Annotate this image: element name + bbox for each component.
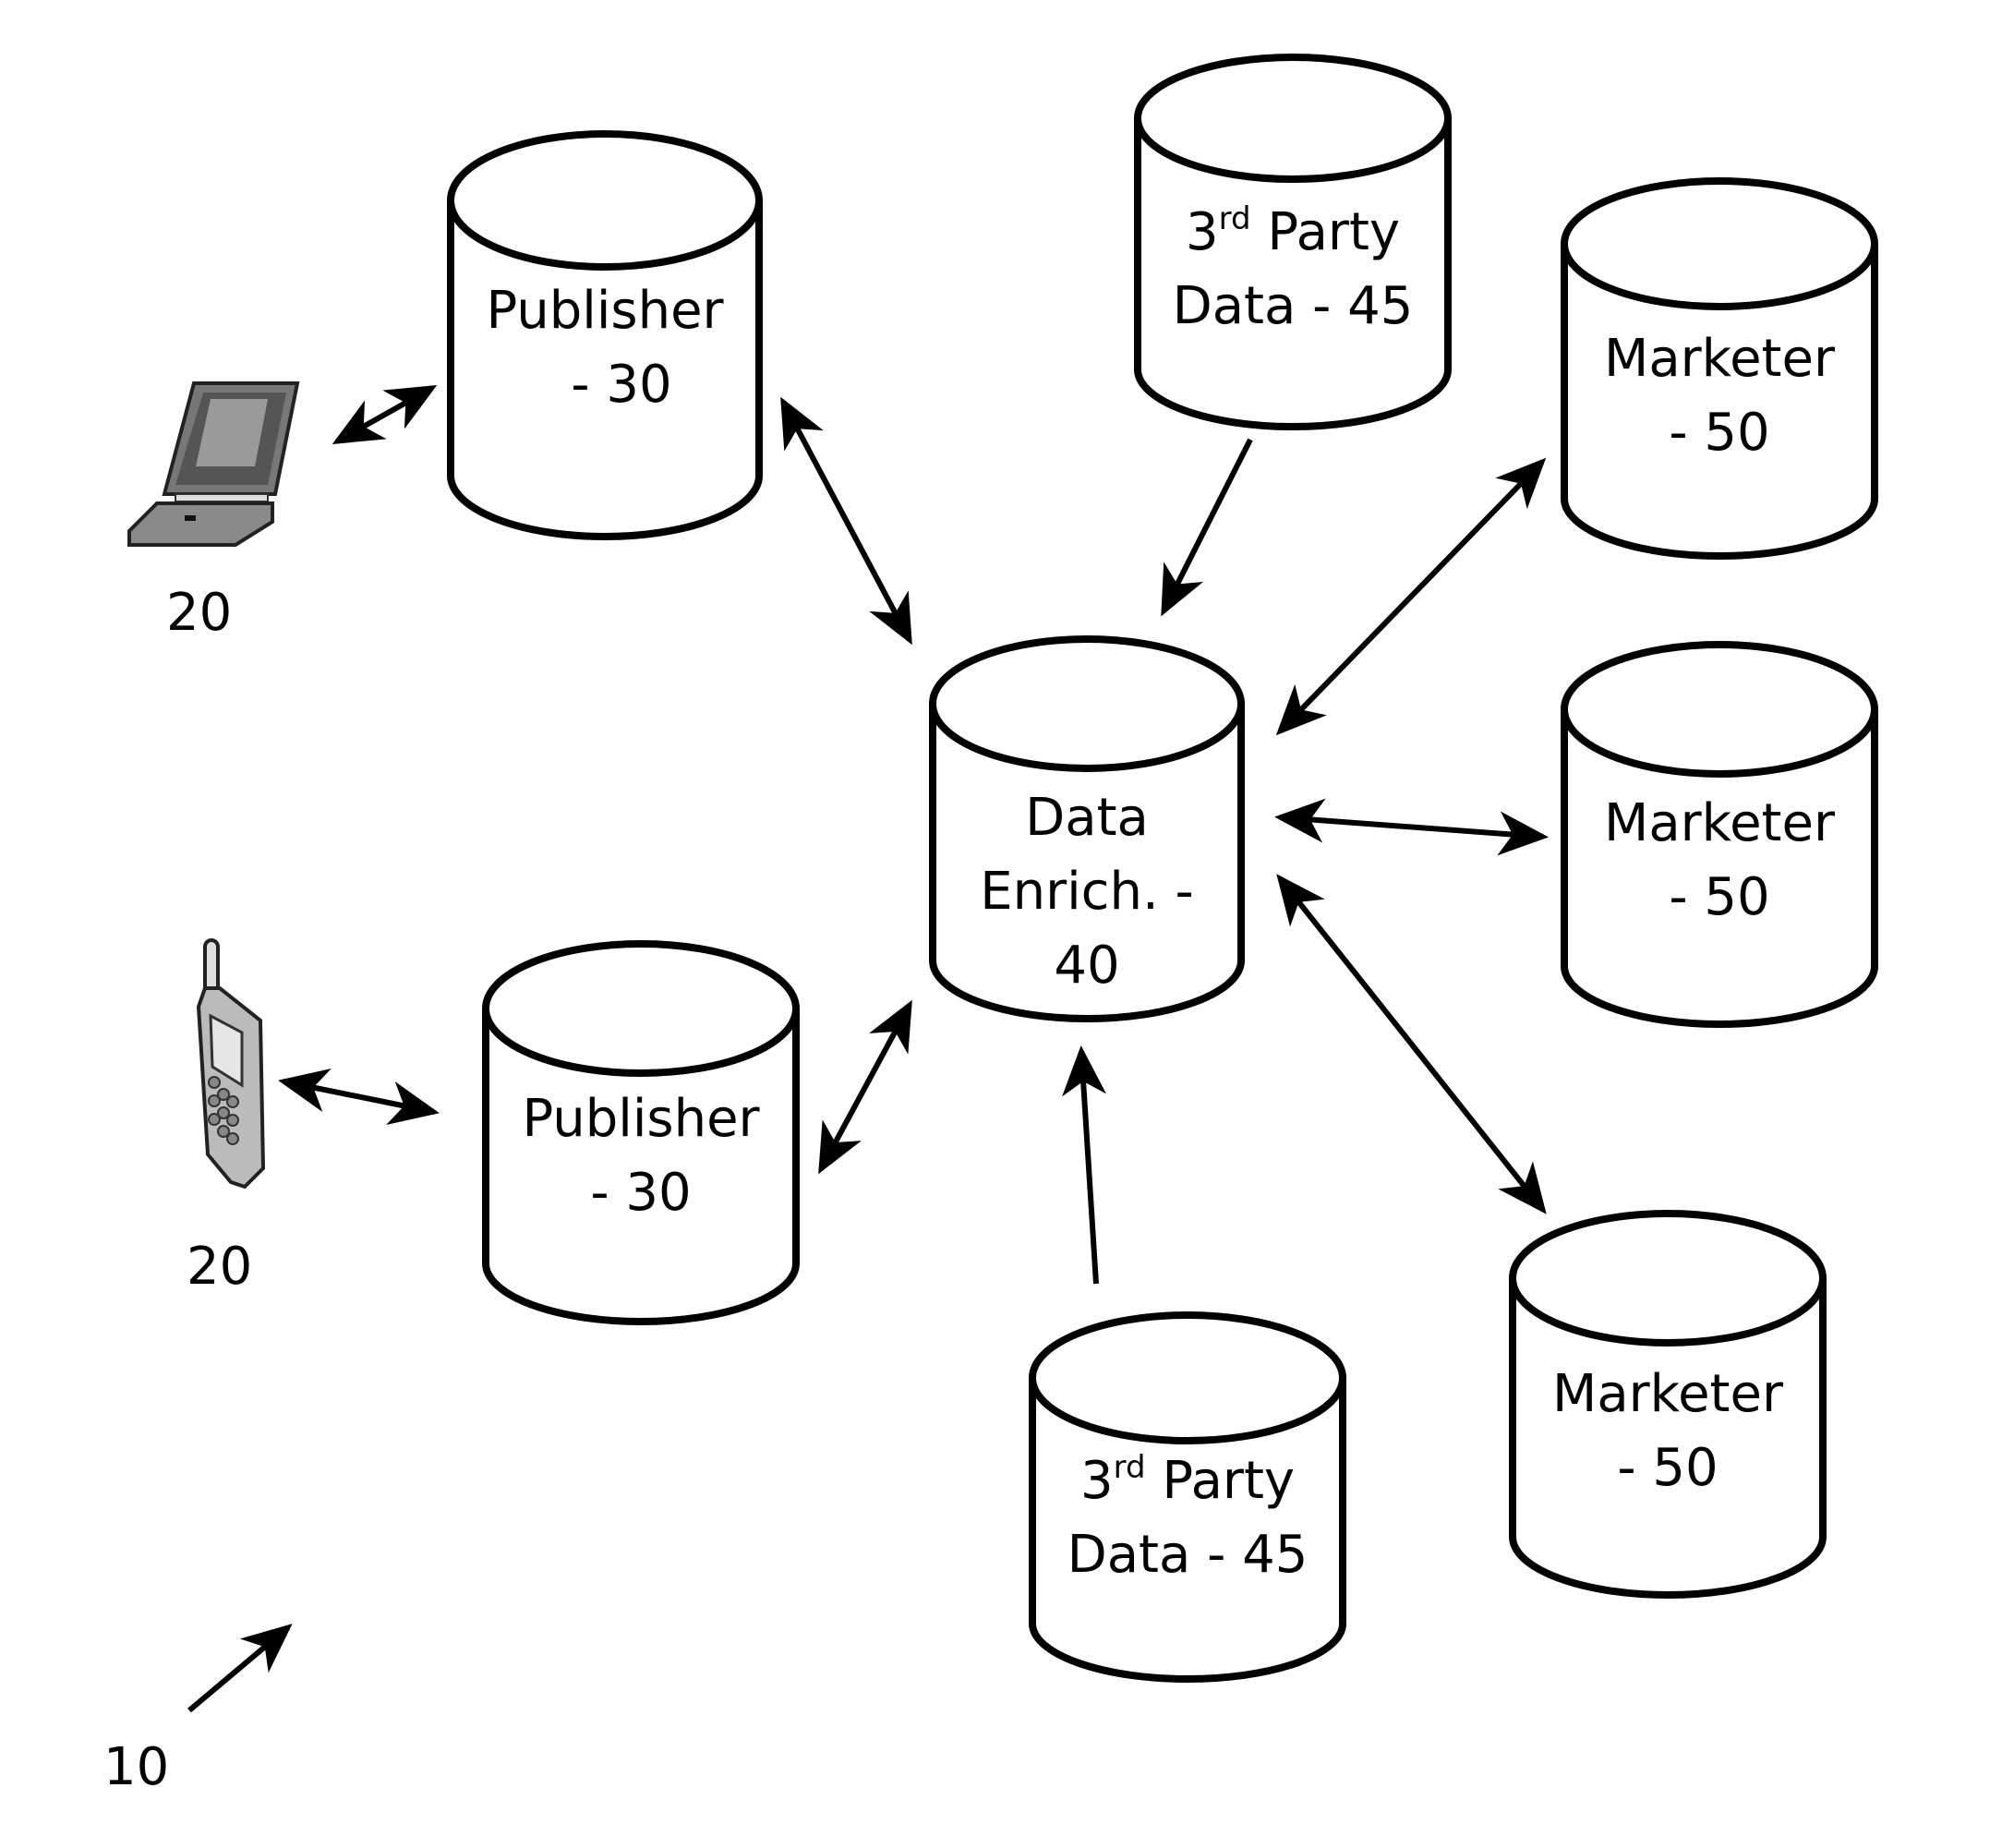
arrow-enrichment-marketer3 <box>1276 874 1547 1214</box>
arrow-publisher2-enrichment <box>818 999 912 1175</box>
publisher-bottom-cylinder[interactable]: Publisher - 30 <box>482 940 800 1325</box>
node-label: - 50 <box>1617 1438 1718 1498</box>
arrow-system-ref <box>187 1624 293 1713</box>
node-label: - 30 <box>571 355 671 415</box>
node-label: Marketer <box>1604 793 1836 853</box>
node-label: 3rd Party <box>1080 1449 1295 1511</box>
node-label: Data <box>1025 788 1149 848</box>
node-label: Publisher <box>522 1089 760 1149</box>
laptop-ref: 20 <box>166 583 232 643</box>
data-enrichment-cylinder[interactable]: Data Enrich. - 40 <box>929 635 1245 1022</box>
node-label: Marketer <box>1552 1364 1784 1424</box>
node-label: Data - 45 <box>1173 276 1414 336</box>
marketer-3-cylinder[interactable]: Marketer - 50 <box>1509 1210 1827 1599</box>
laptop-icon <box>127 381 300 547</box>
arrow-phone-publisher <box>278 1069 440 1125</box>
third-party-top-cylinder[interactable]: 3rd Party Data - 45 <box>1134 54 1452 430</box>
node-label: 40 <box>1054 936 1119 996</box>
arrow-enrichment-marketer1 <box>1275 457 1547 736</box>
marketer-1-cylinder[interactable]: Marketer - 50 <box>1561 177 1878 560</box>
node-label: - 50 <box>1669 403 1769 463</box>
system-ref-label: 10 <box>103 1737 169 1797</box>
node-label: 3rd Party <box>1186 200 1400 262</box>
node-label: Data - 45 <box>1067 1525 1309 1585</box>
phone-ref: 20 <box>187 1237 252 1297</box>
node-label: - 30 <box>590 1163 691 1223</box>
phone-icon <box>196 938 266 1190</box>
arrow-thirdparty-enrichment <box>1161 438 1253 617</box>
arrow-thirdparty2-enrichment <box>1062 1045 1106 1285</box>
node-label: Enrich. - <box>980 862 1194 922</box>
marketer-2-cylinder[interactable]: Marketer - 50 <box>1561 641 1878 1028</box>
publisher-top-cylinder[interactable]: Publisher - 30 <box>447 130 763 540</box>
third-party-bottom-cylinder[interactable]: 3rd Party Data - 45 <box>1029 1311 1346 1683</box>
system-diagram: 20 20 Publisher - 30 3rd Party Data - 45… <box>103 54 1878 1797</box>
node-label: - 50 <box>1669 867 1769 927</box>
node-label: Publisher <box>486 281 724 341</box>
node-label: Marketer <box>1604 329 1836 389</box>
arrow-enrichment-marketer2 <box>1274 798 1549 856</box>
arrow-publisher-enrichment <box>780 396 912 646</box>
arrow-laptop-publisher <box>332 385 438 444</box>
